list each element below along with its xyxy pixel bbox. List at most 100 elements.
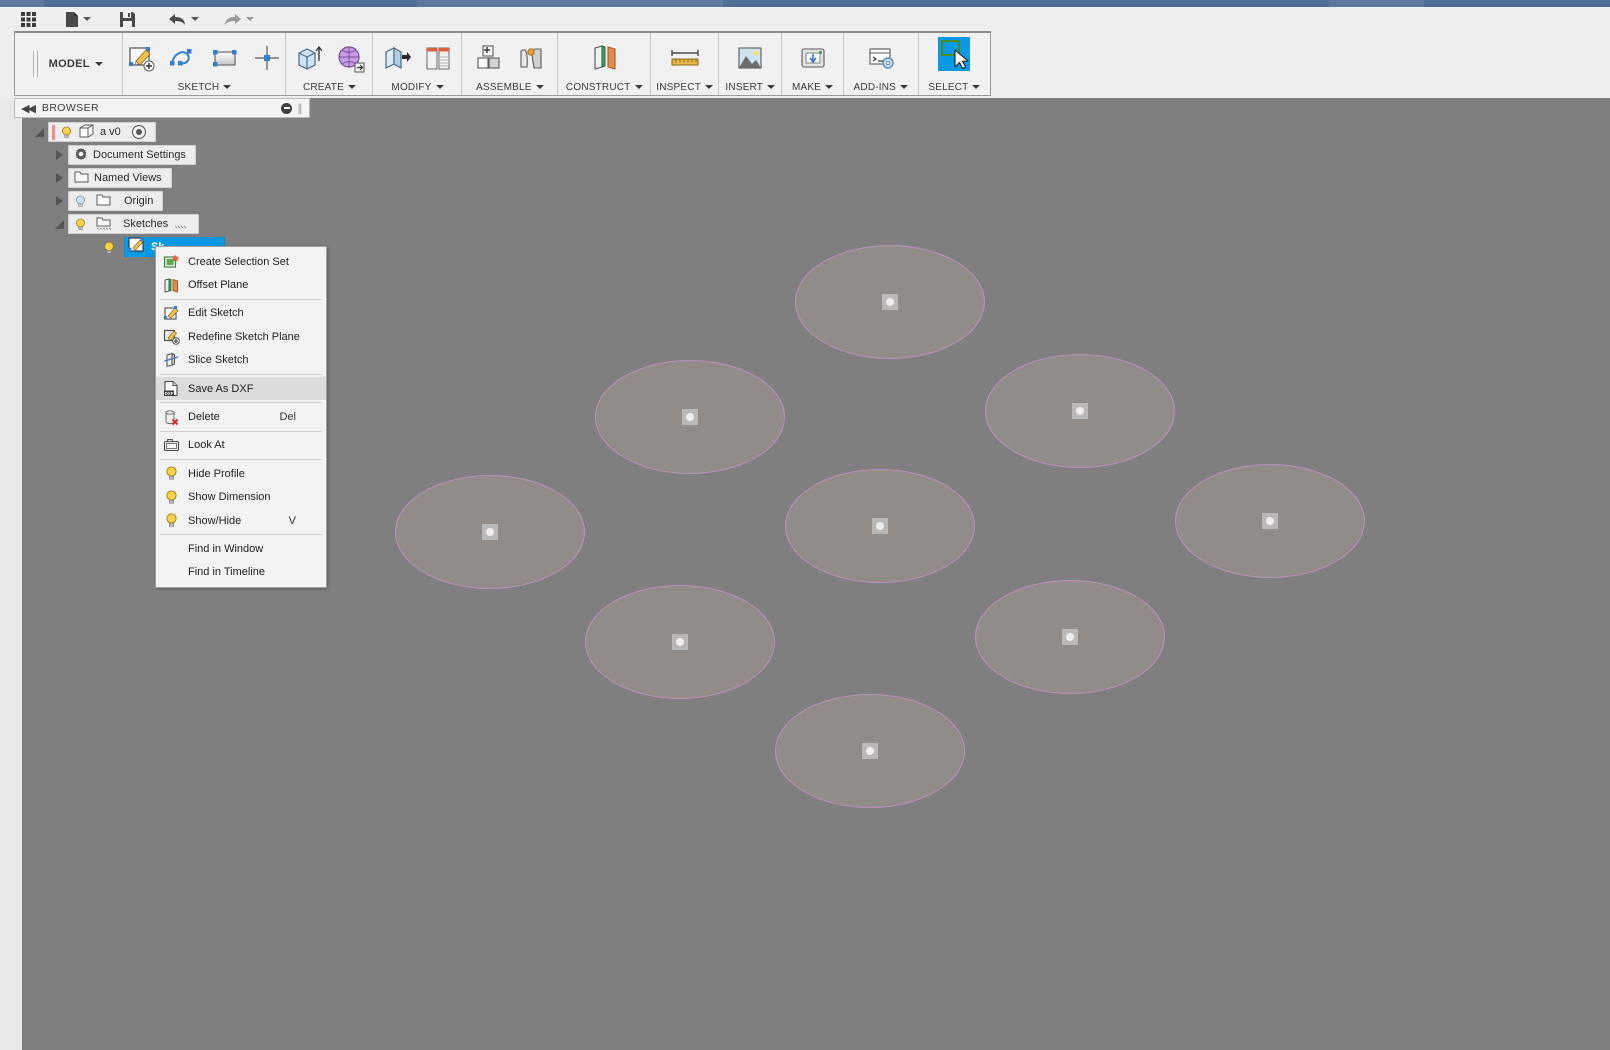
folder-sketch-icon — [96, 216, 112, 233]
profile-center-marker[interactable] — [482, 524, 498, 540]
profile-center-marker[interactable] — [672, 634, 688, 650]
chevron-down-icon[interactable] — [347, 85, 356, 89]
context-menu-item[interactable]: Look At — [156, 434, 326, 457]
save-button[interactable] — [113, 7, 142, 31]
create-sketch-tool[interactable] — [121, 37, 161, 79]
chevron-down-icon[interactable] — [634, 85, 643, 89]
undo-button[interactable] — [162, 7, 205, 31]
chevron-down-icon[interactable] — [223, 85, 232, 89]
appearance-tool[interactable] — [418, 37, 458, 79]
panel-label-create: CREATE — [302, 81, 344, 93]
grip-icon[interactable]: ∥ — [297, 102, 303, 115]
offset-plane-tool[interactable] — [582, 37, 626, 79]
tree-node-root[interactable]: a v0 — [48, 122, 156, 142]
tree-row[interactable]: Origin — [14, 191, 310, 211]
panel-label-assemble: ASSEMBLE — [476, 81, 532, 93]
context-menu-item[interactable]: Find in Timeline — [156, 561, 326, 584]
profile-center-marker[interactable] — [1072, 403, 1088, 419]
context-menu-item[interactable]: Redefine Sketch Plane — [156, 325, 326, 348]
tree-row[interactable]: a v0 — [14, 122, 310, 142]
chevron-down-icon[interactable] — [767, 85, 776, 89]
tree-node-named-views[interactable]: Named Views — [68, 168, 172, 188]
tree-node-label: Origin — [124, 195, 154, 207]
profile-center-marker[interactable] — [1262, 513, 1278, 529]
svg-text:DXF: DXF — [165, 391, 174, 396]
context-menu-item[interactable]: Edit Sketch — [156, 302, 326, 325]
expander-expanded-icon[interactable] — [30, 123, 48, 141]
3d-print-tool[interactable] — [793, 37, 833, 79]
chevron-down-icon[interactable] — [535, 85, 544, 89]
expander-collapsed-icon[interactable] — [50, 192, 68, 210]
lightbulb-icon[interactable] — [102, 241, 115, 254]
new-component-tool[interactable] — [469, 37, 509, 79]
app-grid-icon[interactable] — [14, 7, 43, 31]
chevron-down-icon[interactable] — [705, 85, 714, 89]
tree-node-origin[interactable]: Origin — [68, 191, 164, 211]
scripts-addins-tool[interactable] — [861, 37, 901, 79]
browser-tree: a v0 Document Settings Named Views Origi… — [14, 118, 310, 257]
expander-expanded-icon[interactable] — [50, 215, 68, 233]
chevron-down-icon[interactable] — [972, 85, 981, 89]
lightbulb-icon — [163, 512, 180, 529]
press-pull-tool[interactable] — [376, 37, 416, 79]
expander-collapsed-icon[interactable] — [50, 169, 68, 187]
rectangle-tool[interactable] — [205, 37, 245, 79]
tree-row[interactable]: Sketches — [14, 214, 310, 234]
context-menu-item[interactable]: Slice Sketch — [156, 349, 326, 372]
context-menu-item[interactable]: Offset Plane — [156, 273, 326, 296]
new-document-button[interactable] — [59, 7, 97, 31]
chevron-down-icon[interactable] — [900, 85, 909, 89]
workspace-switcher[interactable]: MODEL — [15, 33, 124, 95]
tree-node-sketches[interactable]: Sketches — [68, 214, 200, 234]
lightbulb-icon[interactable] — [74, 195, 87, 208]
insert-image-tool[interactable] — [730, 37, 770, 79]
panel-assemble: ASSEMBLE — [462, 33, 559, 95]
context-menu[interactable]: Create Selection Set Offset Plane Edit Ske… — [155, 246, 327, 589]
tree-row[interactable]: Document Settings — [14, 145, 310, 165]
profile-center-marker[interactable] — [872, 518, 888, 534]
joint-tool[interactable] — [511, 37, 551, 79]
context-menu-item[interactable]: Delete Del — [156, 405, 326, 428]
sketch-point-tool[interactable] — [247, 37, 287, 79]
context-menu-separator — [160, 373, 322, 375]
profile-center-marker[interactable] — [882, 294, 898, 310]
context-menu-item[interactable]: Show/Hide V — [156, 509, 326, 532]
context-menu-item[interactable]: Hide Profile — [156, 462, 326, 485]
panel-create: CREATE — [286, 33, 374, 95]
tree-node-label: Sketches — [123, 218, 169, 230]
create-form-tool[interactable] — [330, 37, 370, 79]
profile-center-marker[interactable] — [1062, 629, 1078, 645]
chevron-down-icon[interactable] — [825, 85, 834, 89]
context-menu-item[interactable]: Find in Window — [156, 537, 326, 560]
panel-label-addins: ADD-INS — [853, 81, 897, 93]
activate-component-radio[interactable] — [131, 125, 146, 139]
lightbulb-icon[interactable] — [60, 126, 73, 139]
chevron-down-icon[interactable] — [435, 85, 444, 89]
panel-sketch: SKETCH — [121, 33, 287, 95]
panel-modify: MODIFY — [373, 33, 463, 95]
spline-tool[interactable] — [163, 37, 203, 79]
workspace-label: MODEL — [48, 58, 90, 70]
extrude-tool[interactable] — [288, 37, 328, 79]
context-menu-item[interactable]: DXF Save As DXF — [156, 376, 326, 401]
minus-circle-icon[interactable] — [281, 102, 293, 114]
context-menu-item-label: Save As DXF — [188, 382, 254, 395]
tree-node-document-settings[interactable]: Document Settings — [68, 145, 196, 165]
context-menu-item-label: Hide Profile — [188, 467, 245, 480]
profile-center-marker[interactable] — [682, 409, 698, 425]
look-at-camera-icon — [163, 437, 180, 454]
panel-label-construct: CONSTRUCT — [565, 81, 631, 93]
tree-row[interactable]: Named Views — [14, 168, 310, 188]
context-menu-item[interactable]: Show Dimension — [156, 486, 326, 509]
profile-center-marker[interactable] — [862, 743, 878, 759]
browser-header: ◀◀ BROWSER ∥ — [14, 98, 310, 118]
lightbulb-icon[interactable] — [74, 218, 87, 231]
double-chevron-left-icon[interactable]: ◀◀ — [21, 102, 36, 115]
redo-button[interactable] — [217, 7, 260, 31]
measure-tool[interactable] — [663, 37, 707, 79]
expander-collapsed-icon[interactable] — [50, 146, 68, 164]
context-menu-separator — [160, 402, 322, 404]
select-tool[interactable] — [934, 37, 974, 79]
context-menu-item[interactable]: Create Selection Set — [156, 250, 326, 273]
panel-label-make: MAKE — [792, 81, 822, 93]
